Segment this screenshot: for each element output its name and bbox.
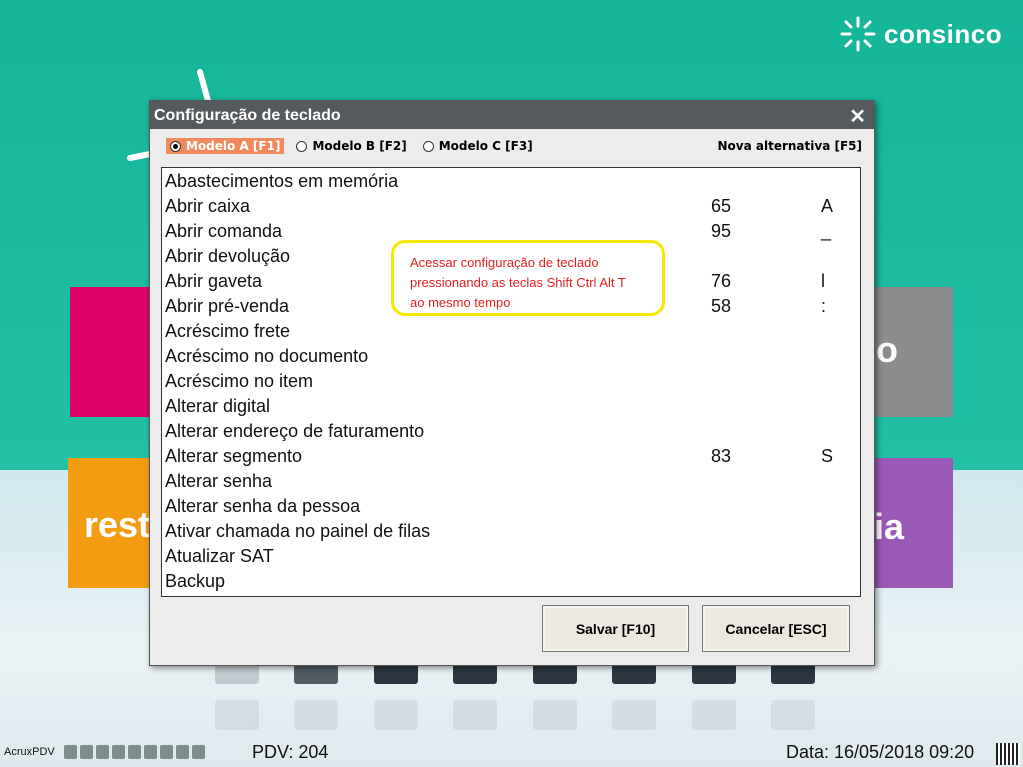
- radio-label: Modelo A [F1]: [186, 139, 281, 153]
- callout-line-3: ao mesmo tempo: [410, 295, 511, 310]
- close-icon[interactable]: ✕: [849, 104, 866, 129]
- list-item[interactable]: Backup: [165, 569, 855, 594]
- network-icon[interactable]: [160, 745, 173, 759]
- cancel-button[interactable]: Cancelar [ESC]: [702, 605, 850, 652]
- dialog-titlebar: Configuração de teclado ✕: [150, 101, 874, 129]
- monitor-icon[interactable]: [80, 745, 93, 759]
- row-name: Acréscimo no item: [165, 371, 314, 391]
- row-code: 76: [711, 271, 732, 291]
- row-code: 58: [711, 296, 732, 316]
- row-name: Abrir caixa: [165, 196, 251, 216]
- logo-burst-icon: [840, 16, 876, 52]
- printer-icon[interactable]: [96, 745, 109, 759]
- row-key: _: [821, 221, 832, 241]
- instruction-callout: Acessar configuração de teclado pression…: [391, 240, 665, 316]
- row-name: Alterar senha: [165, 471, 273, 491]
- list-item[interactable]: Alterar senha: [165, 469, 855, 494]
- drawer-icon[interactable]: [128, 745, 141, 759]
- callout-line-2: pressionando as teclas Shift Ctrl Alt T: [410, 275, 626, 290]
- barcode-reflection-icon: [373, 700, 418, 730]
- radio-circle-icon: [422, 140, 434, 152]
- radio-circle-icon: [296, 140, 308, 152]
- list-item[interactable]: Atualizar SAT: [165, 544, 855, 569]
- date-time: Data: 16/05/2018 09:20: [786, 742, 975, 762]
- chef-reflection-icon: [532, 700, 577, 730]
- list-item[interactable]: Abrir caixa 65 A: [165, 194, 855, 219]
- row-name: Backup: [165, 571, 226, 591]
- brush-reflection-icon: [691, 700, 736, 730]
- food-reflection-icon: [770, 700, 815, 730]
- save-button[interactable]: Salvar [F10]: [542, 605, 689, 652]
- qr-icon: [996, 743, 1020, 765]
- radio-circle-icon: [170, 140, 181, 152]
- list-item[interactable]: Ativar chamada no painel de filas: [165, 519, 855, 544]
- radio-modelo-b[interactable]: Modelo B [F2]: [292, 138, 410, 154]
- tile-gray-text: o: [876, 329, 898, 370]
- radio-label: Modelo B [F2]: [312, 139, 407, 153]
- row-name: Ativar chamada no painel de filas: [165, 521, 431, 541]
- tools-icon[interactable]: [64, 745, 77, 759]
- radio-label: Modelo C [F3]: [438, 139, 533, 153]
- row-code: 83: [711, 446, 732, 466]
- tray-icons: [64, 745, 205, 759]
- list-item[interactable]: Alterar endereço de faturamento: [165, 419, 855, 444]
- row-name: Atualizar SAT: [165, 546, 274, 566]
- row-name: Acréscimo no documento: [165, 346, 369, 366]
- row-key: S: [821, 446, 834, 466]
- row-code: 65: [711, 196, 732, 216]
- row-name: Acréscimo frete: [165, 321, 291, 341]
- new-alternative-button[interactable]: Nova alternativa [F5]: [718, 139, 863, 153]
- list-item[interactable]: Alterar senha da pessoa: [165, 494, 855, 519]
- card-icon[interactable]: [176, 745, 189, 759]
- row-name: Alterar senha da pessoa: [165, 496, 361, 516]
- row-name: Abrir gaveta: [165, 271, 263, 291]
- shortcut-list[interactable]: Abastecimentos em memória Abrir caixa 65 A A…: [161, 167, 861, 597]
- app-name: AcruxPDV: [4, 746, 55, 758]
- radio-modelo-c[interactable]: Modelo C [F3]: [419, 138, 537, 154]
- list-item[interactable]: Acréscimo no documento: [165, 344, 855, 369]
- row-key: A: [821, 196, 834, 216]
- list-item[interactable]: Acréscimo frete: [165, 319, 855, 344]
- tile-orange-text: rest: [84, 504, 151, 545]
- row-name: Alterar endereço de faturamento: [165, 421, 425, 441]
- tool-reflection-icon: [294, 700, 339, 730]
- row-name: Alterar segmento: [165, 446, 303, 466]
- row-name: Abastecimentos em memória: [165, 171, 399, 191]
- row-name: Abrir comanda: [165, 221, 283, 241]
- menu-tile-orange[interactable]: rest: [68, 458, 160, 588]
- tile-purple-text: ia: [874, 506, 905, 547]
- sat-icon[interactable]: [192, 745, 205, 759]
- row-name: Abrir pré-venda: [165, 296, 290, 316]
- plate-reflection-icon: [453, 700, 498, 730]
- row-key: l: [821, 271, 825, 291]
- shield-icon[interactable]: [144, 745, 157, 759]
- pdv-number: PDV: 204: [252, 742, 329, 762]
- list-item[interactable]: Alterar digital: [165, 394, 855, 419]
- model-radio-group: Modelo A [F1] Modelo B [F2] Modelo C [F3…: [166, 138, 537, 154]
- row-key: :: [821, 296, 827, 316]
- row-name: Abrir devolução: [165, 246, 291, 266]
- status-bar: AcruxPDV PDV: 204 Data: 16/05/2018 09:20: [0, 741, 1023, 767]
- shortcut-icons-reflection: [215, 700, 815, 730]
- callout-line-1: Acessar configuração de teclado: [410, 255, 599, 270]
- menu-tile-pink[interactable]: [70, 287, 160, 417]
- list-item[interactable]: Alterar segmento 83 S: [165, 444, 855, 469]
- brand-logo: consinco: [838, 14, 1002, 54]
- list-item[interactable]: Abastecimentos em memória: [165, 169, 855, 194]
- keyboard-config-dialog: Configuração de teclado ✕ Modelo A [F1] …: [149, 100, 875, 666]
- radio-modelo-a[interactable]: Modelo A [F1]: [166, 138, 285, 154]
- dialog-title: Configuração de teclado: [154, 107, 341, 124]
- logo-text: consinco: [884, 18, 1003, 49]
- scale-icon[interactable]: [112, 745, 125, 759]
- row-name: Alterar digital: [165, 396, 271, 416]
- list-item[interactable]: Acréscimo no item: [165, 369, 855, 394]
- medical-reflection-icon: [612, 700, 657, 730]
- cart-reflection-icon: [215, 700, 259, 730]
- row-code: 95: [711, 221, 732, 241]
